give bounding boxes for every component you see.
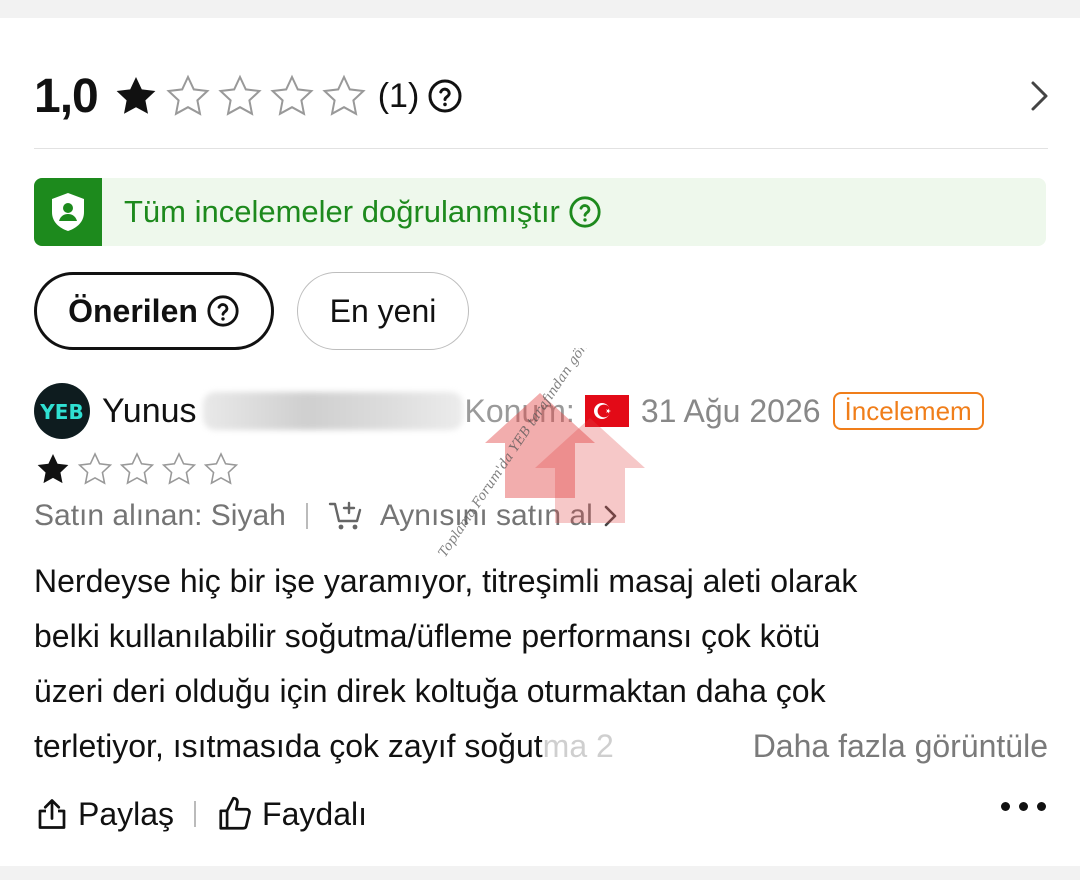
verified-banner[interactable]: Tüm incelemeler doğrulanmıştır (34, 178, 1046, 246)
chevron-right-icon[interactable] (1024, 80, 1054, 117)
separator (194, 801, 197, 827)
help-icon[interactable] (427, 78, 463, 114)
tab-label: Önerilen (68, 292, 198, 329)
purchase-row: Satın alınan: Siyah Aynısını satın al (34, 496, 619, 536)
more-options-icon[interactable] (1001, 802, 1046, 811)
reviews-card: 1,0 (1) Tüm incelemeler doğrulanmıştır Ö… (0, 18, 1080, 866)
star-filled-icon (116, 77, 156, 114)
verified-text: Tüm incelemeler doğrulanmıştır (124, 194, 560, 229)
summary-stars (112, 72, 368, 120)
star-empty-icon (322, 74, 366, 116)
review-line: belki kullanılabilir soğutma/üfleme perf… (34, 618, 821, 654)
star-empty-icon (270, 74, 314, 116)
chevron-right-icon (604, 505, 617, 527)
average-score: 1,0 (34, 69, 99, 123)
tab-recommended[interactable]: Önerilen (34, 272, 274, 350)
review-line-truncated: terletiyor, ısıtmasıda çok zayıf soğutma… (34, 719, 1048, 774)
review-stars (34, 450, 240, 488)
share-icon (38, 799, 66, 829)
review-date: 31 Ağu 2026 (640, 392, 821, 429)
star-empty-icon (203, 452, 239, 485)
review-line: terletiyor, ısıtmasıda çok zayıf soğut (34, 728, 543, 764)
star-empty-icon (119, 452, 155, 485)
review-count: (1) (377, 76, 420, 115)
star-empty-icon (166, 74, 210, 116)
avatar-text: YEB (39, 400, 83, 424)
tab-newest[interactable]: En yeni (297, 272, 469, 350)
see-more-link[interactable]: Daha fazla görüntüle (746, 719, 1048, 774)
purchased-variant: Satın alınan: Siyah (34, 499, 286, 532)
review-line: üzeri deri olduğu için direk koltuğa otu… (34, 673, 826, 709)
avatar[interactable]: YEB (34, 383, 90, 439)
reviewer-row: YEB Yunus Konum: 31 Ağu 2026 İncelemem (34, 382, 1046, 440)
review-fade: ma 2 (542, 728, 614, 764)
divider (34, 148, 1048, 149)
helpful-label: Faydalı (262, 795, 367, 832)
star-empty-icon (218, 74, 262, 116)
location-label: Konum: (464, 392, 575, 429)
star-filled-icon (37, 453, 69, 484)
help-icon[interactable] (568, 195, 602, 229)
cart-add-icon (328, 501, 362, 530)
review-actions: Paylaş Faydalı (34, 792, 1046, 836)
reviewer-name: Yunus (102, 391, 197, 430)
my-review-badge: İncelemem (832, 392, 984, 430)
buy-again-label: Aynısını satın al (379, 499, 593, 532)
shield-user-icon (34, 178, 102, 246)
buy-again-link[interactable]: Aynısını satın al (328, 499, 619, 533)
tab-label: En yeni (329, 292, 437, 329)
rating-summary[interactable]: 1,0 (1) (34, 66, 1054, 126)
share-button[interactable]: Paylaş (34, 796, 174, 833)
review-line: Nerdeyse hiç bir işe yaramıyor, titreşim… (34, 563, 858, 599)
redacted-name (202, 392, 463, 430)
star-empty-icon (77, 452, 113, 485)
review-text: Nerdeyse hiç bir işe yaramıyor, titreşim… (34, 554, 1048, 774)
helpful-button[interactable]: Faydalı (216, 795, 367, 833)
separator (305, 503, 308, 529)
thumbs-up-icon (219, 796, 251, 830)
turkey-flag-icon (584, 395, 629, 427)
help-icon[interactable] (206, 294, 240, 328)
share-label: Paylaş (78, 795, 175, 832)
star-empty-icon (161, 452, 197, 485)
